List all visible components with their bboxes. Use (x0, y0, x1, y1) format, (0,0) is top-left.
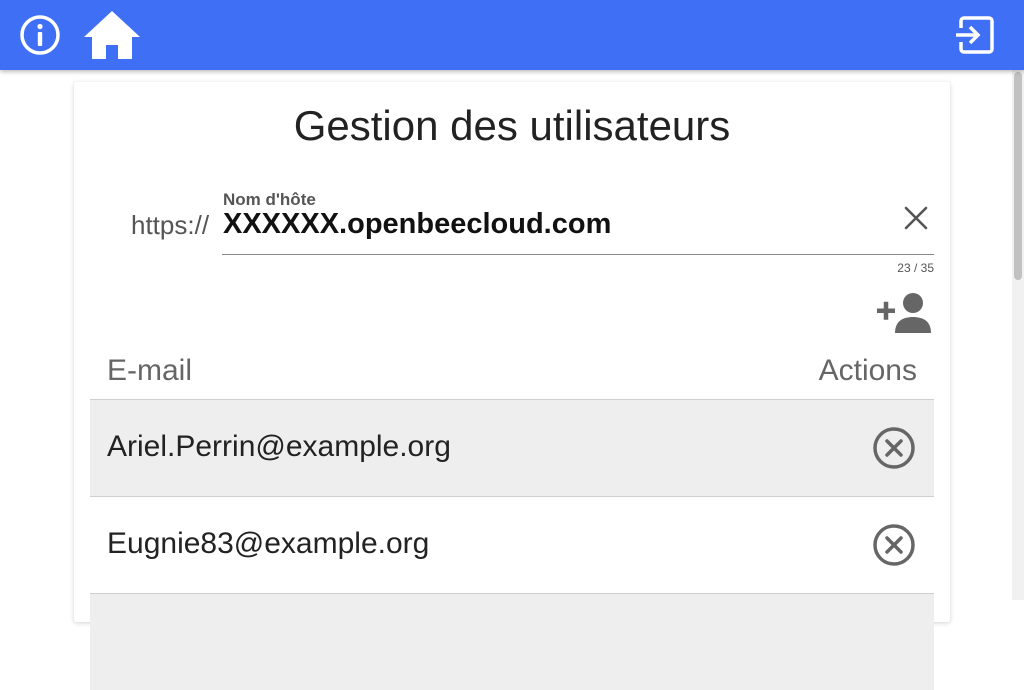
remove-circle-x-icon (873, 427, 915, 469)
clear-hostname-button[interactable] (900, 202, 932, 234)
character-counter: 23 / 35 (897, 261, 934, 275)
delete-user-button[interactable] (870, 521, 918, 569)
exit-to-app-icon (956, 16, 994, 54)
column-header-actions: Actions (818, 354, 917, 387)
info-button[interactable] (10, 0, 70, 70)
hostname-underline (222, 254, 934, 255)
scrollbar-thumb[interactable] (1014, 72, 1022, 280)
add-user-button[interactable] (874, 290, 936, 336)
page-title: Gestion des utilisateurs (293, 102, 731, 149)
table-row: Ariel.Perrin@example.org (90, 399, 934, 496)
home-icon (84, 11, 140, 59)
remove-circle-x-icon (873, 524, 915, 566)
logout-button[interactable] (944, 0, 1004, 70)
vertical-scrollbar[interactable] (1012, 70, 1024, 600)
user-email: Ariel.Perrin@example.org (107, 430, 451, 463)
hostname-input[interactable] (223, 207, 863, 241)
user-email: Eugnie83@example.org (107, 527, 430, 560)
close-icon (904, 206, 928, 230)
user-management-card: Gestion des utilisateurs https:// Nom d'… (74, 82, 950, 690)
table-row (90, 593, 934, 690)
home-button[interactable] (82, 0, 142, 70)
table-row: Eugnie83@example.org (90, 496, 934, 593)
delete-user-button[interactable] (870, 424, 918, 472)
hostname-prefix: https:// (131, 210, 210, 240)
person-add-icon (877, 293, 931, 333)
info-circle-icon (20, 15, 60, 55)
column-header-email: E-mail (107, 354, 193, 387)
top-app-bar (0, 0, 1024, 70)
